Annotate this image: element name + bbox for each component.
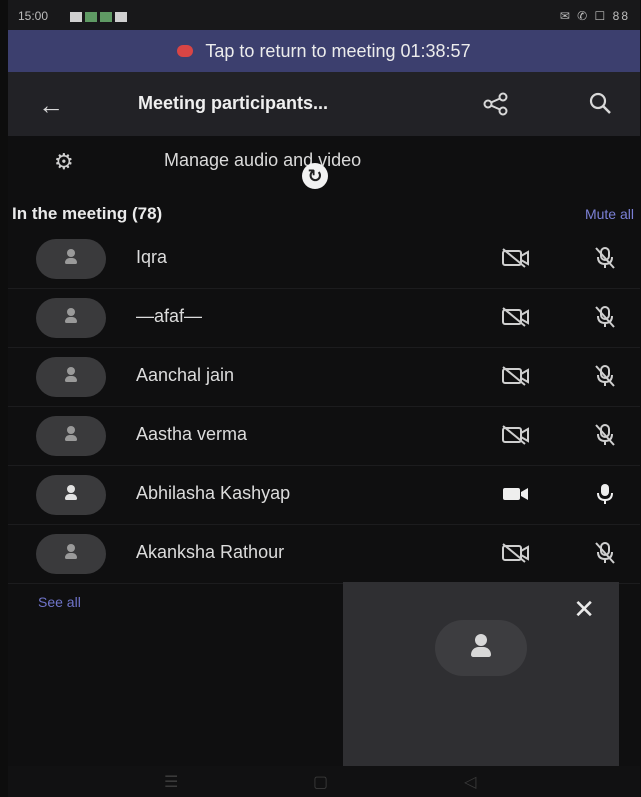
participant-row[interactable]: Aanchal jain — [8, 348, 640, 407]
system-status-icons: ✉ ✆ ☐ 88 — [559, 9, 630, 23]
avatar — [36, 298, 106, 338]
participant-row[interactable]: —afaf— — [8, 289, 640, 348]
camera-off-icon — [501, 365, 531, 392]
mute-all-button[interactable]: Mute all — [585, 206, 634, 222]
participant-row[interactable]: Iqra — [8, 230, 640, 289]
call-live-icon — [177, 45, 194, 57]
mic-off-icon — [593, 422, 617, 453]
signal-icons — [70, 9, 130, 23]
participant-name: Abhilasha Kashyap — [136, 483, 291, 503]
back-arrow-icon[interactable]: ← — [38, 90, 64, 121]
page-title: Meeting participants... — [138, 93, 329, 113]
share-icon[interactable] — [483, 92, 509, 121]
avatar — [36, 416, 106, 456]
mic-off-icon — [593, 245, 617, 276]
participant-row[interactable]: Aastha verma — [8, 407, 640, 466]
teams-participants-screen: 15:00 ✉ ✆ ☐ 88 Tap to return to meeting … — [8, 0, 640, 797]
notification-icon — [115, 11, 127, 22]
floating-video-tile[interactable]: ✕ — [343, 582, 619, 766]
mic-on-icon — [593, 481, 617, 512]
participant-name: Aastha verma — [136, 424, 248, 444]
return-to-meeting-banner[interactable]: Tap to return to meeting 01:38:57 — [8, 30, 640, 72]
status-time: 15:00 — [18, 9, 49, 23]
close-icon[interactable]: ✕ — [573, 594, 595, 625]
camera-off-icon — [501, 306, 531, 333]
notification-icon — [100, 11, 112, 22]
camera-off-icon — [501, 247, 531, 274]
mic-off-icon — [593, 304, 617, 335]
avatar — [36, 475, 106, 515]
search-icon[interactable] — [588, 91, 612, 120]
return-banner-text: Tap to return to meeting 01:38:57 — [205, 40, 471, 61]
participant-list: Iqra —afaf— Aanchal jain Aastha verma Ab… — [8, 230, 640, 584]
participant-row[interactable]: Abhilasha Kashyap — [8, 466, 640, 525]
refresh-icon: ↻ — [302, 163, 328, 189]
participant-row[interactable]: Akanksha Rathour — [8, 525, 640, 584]
signal-icon — [70, 11, 82, 22]
back-nav-icon[interactable]: ◁ — [464, 772, 476, 792]
app-header: ← Meeting participants... — [8, 72, 640, 136]
avatar — [36, 357, 106, 397]
participant-name: —afaf— — [136, 306, 203, 326]
camera-off-icon — [501, 542, 531, 569]
camera-on-icon — [501, 483, 531, 510]
system-nav-bar: ☰ ▢ ◁ — [8, 766, 640, 797]
mic-off-icon — [593, 363, 617, 394]
avatar — [36, 239, 106, 279]
camera-off-icon — [501, 424, 531, 451]
in-meeting-heading: In the meeting (78) — [12, 204, 163, 223]
recents-icon[interactable]: ☰ — [164, 772, 178, 792]
notification-icon — [85, 11, 97, 22]
status-bar: 15:00 ✉ ✆ ☐ 88 — [8, 0, 640, 30]
home-icon[interactable]: ▢ — [313, 772, 328, 792]
avatar — [36, 534, 106, 574]
participant-name: Akanksha Rathour — [136, 542, 285, 562]
mic-off-icon — [593, 540, 617, 571]
participant-name: Iqra — [136, 247, 168, 267]
participant-name: Aanchal jain — [136, 365, 235, 385]
avatar — [435, 620, 527, 676]
in-meeting-section-header: In the meeting (78) Mute all — [8, 200, 640, 230]
manage-audio-video-label: Manage audio and video — [164, 150, 362, 170]
see-all-link[interactable]: See all — [38, 594, 81, 610]
gear-icon: ⚙ — [54, 149, 74, 174]
